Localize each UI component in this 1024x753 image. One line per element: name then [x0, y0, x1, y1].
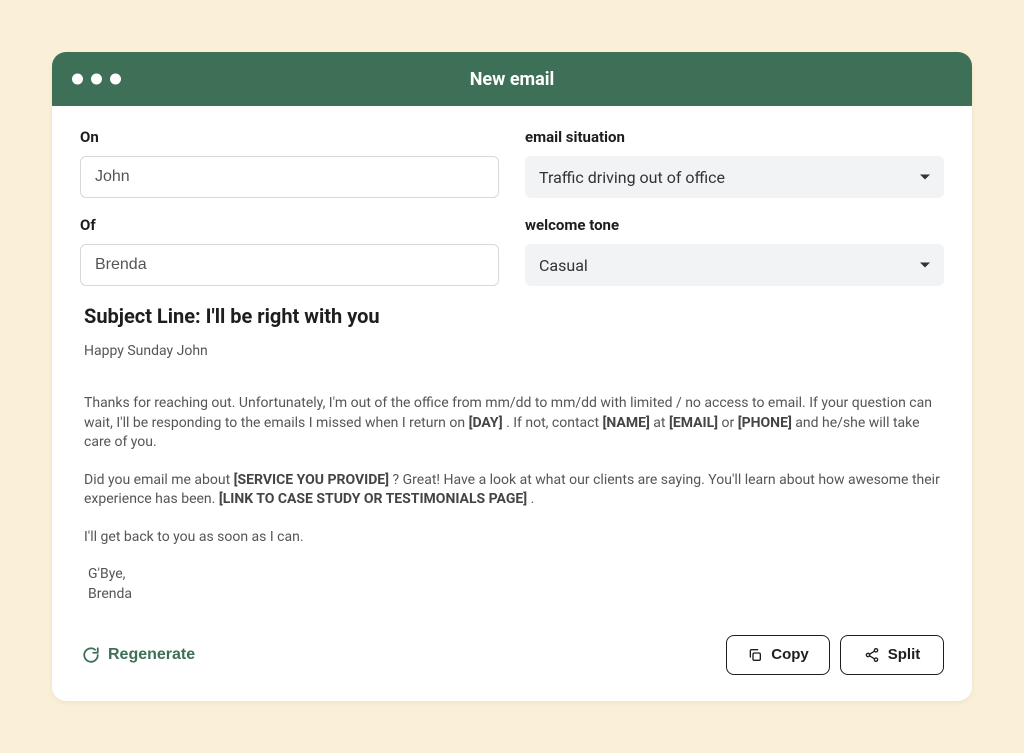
- tone-label: welcome tone: [525, 216, 944, 234]
- chevron-down-icon: [920, 175, 930, 180]
- right-actions: Copy Split: [726, 635, 944, 675]
- window-controls: [72, 74, 121, 85]
- copy-icon: [747, 647, 763, 663]
- signoff: G'Bye, Brenda: [84, 565, 940, 604]
- tone-field-group: welcome tone Casual: [525, 216, 944, 286]
- of-field-group: Of: [80, 216, 499, 286]
- body-paragraph-1: Thanks for reaching out. Unfortunately, …: [84, 394, 940, 453]
- window-title: New email: [72, 69, 952, 90]
- on-input[interactable]: [80, 156, 499, 198]
- on-field-group: On: [80, 128, 499, 198]
- subject-line: Subject Line: I'll be right with you: [84, 304, 944, 328]
- window-dot[interactable]: [72, 74, 83, 85]
- share-icon: [864, 647, 880, 663]
- greeting-line: Happy Sunday John: [84, 342, 940, 362]
- signoff-line-2: Brenda: [88, 585, 936, 605]
- tone-value: Casual: [539, 256, 588, 275]
- of-input[interactable]: [80, 244, 499, 286]
- action-bar: Regenerate Copy: [80, 635, 944, 675]
- on-label: On: [80, 128, 499, 146]
- refresh-icon: [82, 646, 100, 664]
- window-dot[interactable]: [91, 74, 102, 85]
- body-paragraph-2: Did you email me about [SERVICE YOU PROV…: [84, 471, 940, 510]
- window-dot[interactable]: [110, 74, 121, 85]
- situation-field-group: email situation Traffic driving out of o…: [525, 128, 944, 198]
- regenerate-button[interactable]: Regenerate: [80, 640, 197, 670]
- email-generator-window: New email On email situation Traffic dri…: [52, 52, 972, 700]
- situation-value: Traffic driving out of office: [539, 168, 725, 187]
- situation-label: email situation: [525, 128, 944, 146]
- chevron-down-icon: [920, 263, 930, 268]
- split-button[interactable]: Split: [840, 635, 944, 675]
- copy-button[interactable]: Copy: [726, 635, 830, 675]
- email-body: Happy Sunday John Thanks for reaching ou…: [80, 342, 944, 604]
- form-row-2: Of welcome tone Casual: [80, 216, 944, 286]
- signoff-line-1: G'Bye,: [88, 565, 936, 585]
- regenerate-label: Regenerate: [108, 646, 195, 664]
- form-row-1: On email situation Traffic driving out o…: [80, 128, 944, 198]
- body-paragraph-3: I'll get back to you as soon as I can.: [84, 528, 940, 548]
- copy-label: Copy: [771, 646, 809, 663]
- tone-select[interactable]: Casual: [525, 244, 944, 286]
- split-label: Split: [888, 646, 921, 663]
- content-area: On email situation Traffic driving out o…: [52, 106, 972, 700]
- situation-select[interactable]: Traffic driving out of office: [525, 156, 944, 198]
- of-label: Of: [80, 216, 499, 234]
- titlebar: New email: [52, 52, 972, 106]
